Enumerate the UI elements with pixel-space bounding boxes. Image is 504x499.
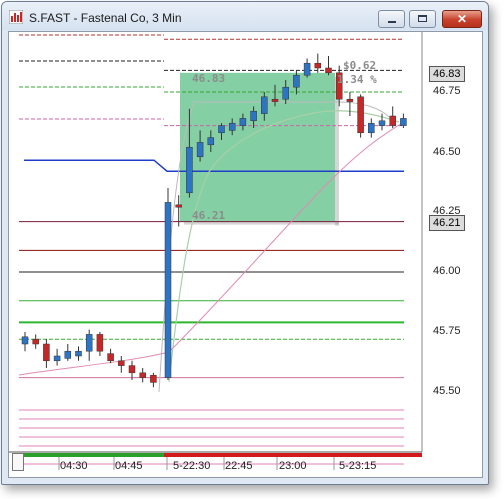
candle-body — [293, 74, 300, 88]
maximize-button[interactable] — [409, 10, 436, 28]
candle-body — [389, 115, 396, 126]
candle-body — [357, 96, 364, 134]
candle-body — [64, 350, 72, 359]
candle-body — [239, 118, 247, 126]
time-tick: 04:30 — [60, 460, 88, 472]
candle-body — [96, 334, 104, 352]
candle-body — [228, 122, 236, 131]
price-tick: 45.75 — [433, 325, 461, 337]
candle-body — [261, 96, 268, 114]
candle-body — [325, 67, 332, 74]
price-tick: 46.00 — [433, 265, 461, 277]
candle-body — [107, 353, 114, 362]
time-tick: 23:00 — [279, 460, 307, 472]
price-chart[interactable] — [9, 32, 482, 477]
candle-body — [303, 62, 311, 76]
candle-body — [85, 334, 93, 352]
minimize-button[interactable] — [378, 10, 405, 28]
candle-body — [75, 350, 82, 357]
candle-body — [186, 146, 193, 194]
chart-area[interactable]: 46.75 46.50 46.25 46.00 45.75 45.50 46.8… — [8, 31, 483, 478]
candle-body — [21, 336, 29, 345]
candle-body — [250, 110, 257, 122]
measure-change-label: $0.62 — [343, 59, 377, 72]
candle-body — [346, 98, 354, 102]
measure-percent-label: 1.34 % — [337, 73, 377, 86]
candle-body — [118, 360, 125, 366]
candle-body — [207, 137, 215, 146]
candle-body — [53, 355, 61, 362]
measure-high-label: 46.83 — [192, 72, 226, 85]
time-tick: 5-22:30 — [173, 460, 211, 472]
title-bar[interactable]: S.FAST - Fastenal Co, 3 Min ✕ — [2, 2, 488, 30]
candle-body — [150, 374, 157, 383]
minimize-icon — [388, 21, 396, 23]
price-tick: 46.75 — [433, 85, 461, 97]
candle-body — [218, 125, 225, 134]
close-button[interactable]: ✕ — [442, 10, 482, 28]
price-tick: 46.50 — [433, 146, 461, 158]
session-bar-red — [164, 453, 422, 457]
candle-body — [368, 122, 375, 134]
candle-body — [32, 338, 39, 345]
time-tick: 04:45 — [115, 460, 143, 472]
candle-body — [271, 98, 279, 102]
candle-body — [128, 365, 136, 374]
time-tick: 22:45 — [225, 460, 253, 472]
price-tag-low: 46.21 — [429, 215, 465, 231]
chart-app-icon — [9, 10, 23, 24]
candle-body — [164, 202, 172, 378]
candle-body — [282, 86, 289, 100]
maximize-icon — [418, 15, 427, 22]
price-tick: 45.50 — [433, 385, 461, 397]
candle-body — [378, 120, 386, 126]
candle-body — [400, 118, 407, 126]
window-title: S.FAST - Fastenal Co, 3 Min — [29, 11, 182, 25]
close-icon: ✕ — [456, 12, 468, 26]
scroll-left-button[interactable] — [12, 453, 24, 471]
chart-window: S.FAST - Fastenal Co, 3 Min ✕ 46.75 46.5… — [1, 1, 489, 485]
candle-body — [175, 204, 182, 208]
measure-low-label: 46.21 — [192, 209, 226, 222]
candle-body — [139, 372, 146, 378]
candle-body — [314, 62, 322, 69]
candle-body — [196, 142, 204, 158]
price-tag-high: 46.83 — [429, 66, 465, 82]
candle-body — [43, 343, 50, 362]
time-tick: 5-23:15 — [339, 460, 377, 472]
session-bar-green — [24, 453, 164, 457]
